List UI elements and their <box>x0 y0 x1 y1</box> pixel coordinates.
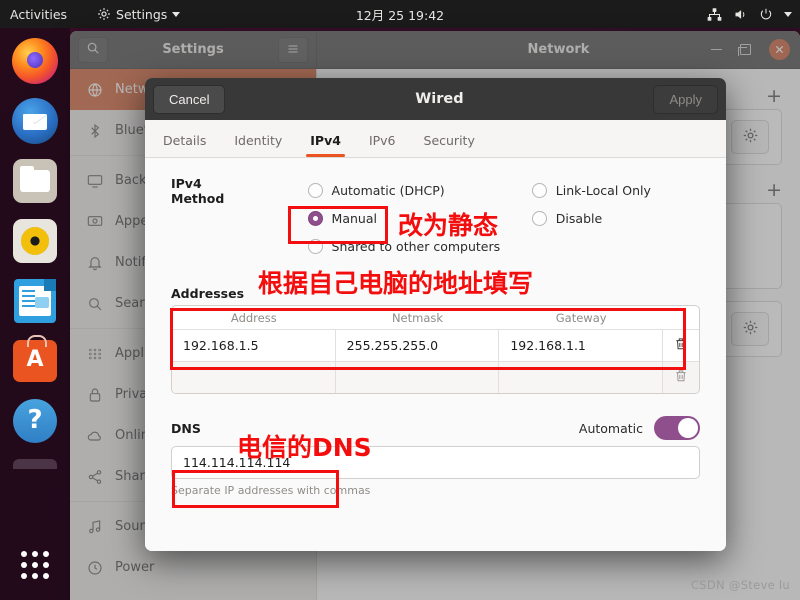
column-header-address: Address <box>230 310 277 325</box>
radio-label: Link-Local Only <box>555 182 651 198</box>
gateway-input[interactable]: 192.168.1.1 <box>499 330 664 361</box>
ubuntu-software-icon <box>13 335 57 382</box>
network-icon <box>707 7 722 22</box>
cancel-button[interactable]: Cancel <box>153 84 226 114</box>
ubuntu-dock <box>0 28 70 600</box>
dialog-title: Wired <box>415 91 464 107</box>
radio-icon <box>531 210 547 226</box>
radio-icon <box>307 238 323 254</box>
radio-manual[interactable]: Manual <box>307 204 532 232</box>
dock-item-rhythmbox[interactable] <box>10 216 60 266</box>
radio-label: Manual <box>331 210 377 226</box>
radio-icon <box>531 182 547 198</box>
activities-button[interactable]: Activities <box>10 7 67 22</box>
trash-icon <box>13 459 57 469</box>
tab-ipv4[interactable]: IPv4 <box>306 133 345 157</box>
watermark: CSDN @Steve lu <box>690 578 790 592</box>
column-header-netmask: Netmask <box>391 310 444 325</box>
ipv4-settings-panel: IPv4 Method Automatic (DHCP) Manual Shar… <box>145 158 726 551</box>
dock-item-libreoffice-writer[interactable] <box>10 276 60 326</box>
libreoffice-writer-icon <box>14 279 56 323</box>
thunderbird-icon <box>12 98 58 144</box>
tab-identity[interactable]: Identity <box>234 133 282 157</box>
gnome-top-bar: Activities Settings 12月 25 19:42 <box>0 0 800 28</box>
dock-item-ubuntu-software[interactable] <box>10 335 60 386</box>
radio-icon-selected <box>307 210 323 226</box>
tab-details[interactable]: Details <box>163 133 206 157</box>
trash-icon <box>674 336 688 355</box>
radio-label: Disable <box>555 210 603 226</box>
netmask-input[interactable]: 255.255.255.0 <box>335 330 500 361</box>
rhythmbox-icon <box>13 219 57 263</box>
show-applications-button[interactable] <box>10 540 60 590</box>
status-area[interactable] <box>707 7 792 22</box>
delete-row-button[interactable] <box>663 330 699 361</box>
dns-automatic-toggle[interactable] <box>654 416 700 440</box>
trash-icon <box>674 368 688 387</box>
radio-shared-to-other-computers[interactable]: Shared to other computers <box>307 232 532 260</box>
addresses-table-header: Address Netmask Gateway <box>172 306 699 329</box>
apply-button[interactable]: Apply <box>653 84 718 114</box>
power-icon <box>759 7 773 21</box>
ipv4-method-options-right: Link-Local Only Disable <box>531 176 700 232</box>
wired-settings-dialog: Cancel Wired Apply Details Identity IPv4… <box>145 78 726 551</box>
screen: Activities Settings 12月 25 19:42 A ? Can… <box>0 0 800 600</box>
gateway-input[interactable] <box>499 362 664 393</box>
help-icon <box>13 399 57 443</box>
firefox-icon <box>12 38 58 84</box>
tab-security[interactable]: Security <box>424 133 475 157</box>
radio-link-local-only[interactable]: Link-Local Only <box>531 176 700 204</box>
app-menu-settings[interactable]: Settings <box>97 6 181 22</box>
dns-header-row: DNS Automatic <box>171 416 700 440</box>
files-icon <box>13 159 57 203</box>
radio-icon <box>307 182 323 198</box>
ipv4-method-options-left: Automatic (DHCP) Manual Shared to other … <box>307 176 532 260</box>
addresses-table: Address Netmask Gateway 192.168.1.5 255.… <box>171 305 700 394</box>
table-row: 192.168.1.5 255.255.255.0 192.168.1.1 <box>172 329 699 361</box>
dns-hint: Separate IP addresses with commas <box>171 484 371 497</box>
netmask-input[interactable] <box>335 362 500 393</box>
dock-item-thunderbird[interactable] <box>10 96 60 146</box>
toggle-knob <box>678 418 698 438</box>
radio-label: Automatic (DHCP) <box>331 182 445 198</box>
dock-item-help[interactable] <box>10 396 60 446</box>
dns-automatic-label: Automatic <box>578 420 643 436</box>
addresses-label: Addresses <box>171 286 245 301</box>
column-header-actions <box>663 306 699 329</box>
delete-row-button[interactable] <box>663 362 699 393</box>
tab-ipv6[interactable]: IPv6 <box>369 133 396 157</box>
address-input[interactable] <box>172 362 336 393</box>
dock-item-firefox[interactable] <box>10 36 60 86</box>
radio-label: Shared to other computers <box>331 238 501 254</box>
ipv4-method-row: IPv4 Method Automatic (DHCP) Manual Shar… <box>171 176 700 260</box>
dialog-tabs: Details Identity IPv4 IPv6 Security <box>145 120 726 158</box>
address-input[interactable]: 192.168.1.5 <box>172 330 336 361</box>
volume-icon <box>733 7 748 22</box>
dock-item-files[interactable] <box>10 156 60 206</box>
chevron-down-icon <box>784 11 792 17</box>
radio-automatic-dhcp[interactable]: Automatic (DHCP) <box>307 176 532 204</box>
ipv4-method-label: IPv4 Method <box>171 176 225 206</box>
dialog-header: Cancel Wired Apply <box>145 78 726 120</box>
dns-label: DNS <box>171 420 201 436</box>
dns-automatic-group: Automatic <box>579 416 700 440</box>
dock-item-trash[interactable] <box>10 456 60 506</box>
app-menu-label: Settings <box>116 6 168 22</box>
dns-input[interactable]: 114.114.114.114 <box>171 446 700 479</box>
radio-disable[interactable]: Disable <box>531 204 700 232</box>
table-row <box>172 361 699 393</box>
chevron-down-icon <box>172 11 181 17</box>
gear-icon <box>97 7 111 21</box>
column-header-gateway: Gateway <box>555 310 607 325</box>
